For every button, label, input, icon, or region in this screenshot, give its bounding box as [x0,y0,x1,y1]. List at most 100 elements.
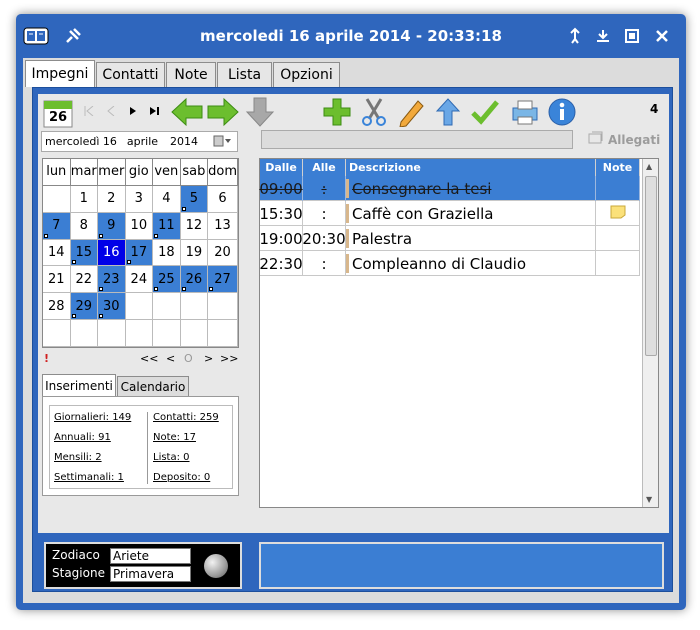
table-row[interactable]: 15:30: Caffè con Graziella [259,201,640,226]
month-back-button[interactable]: < [166,352,175,365]
cut-icon[interactable] [358,96,390,128]
tab-note[interactable]: Note [166,62,216,87]
stat-note[interactable]: Note: 17 [153,432,196,443]
date-field[interactable]: mercoledì 16 aprile 2014 [41,131,238,152]
year-forward-button[interactable]: >> [220,352,238,365]
date-picker-icon[interactable] [213,135,233,150]
info-icon[interactable] [546,96,578,128]
calendar-day[interactable]: 28 [43,293,71,321]
calendar-day[interactable]: 25 [153,266,181,294]
note-icon[interactable] [610,205,626,223]
calendar-icon[interactable]: 26 [43,98,73,128]
stat-deposito[interactable]: Deposito: 0 [153,472,210,483]
next-icon[interactable] [126,104,140,118]
calendar-day[interactable]: 8 [70,212,99,240]
down-arrow-icon[interactable] [244,96,276,128]
search-field[interactable] [261,130,573,149]
up-icon[interactable] [432,96,464,128]
event-marker-icon [209,287,214,292]
season-value: Primavera [110,566,191,582]
stat-contatti[interactable]: Contatti: 259 [153,412,219,423]
minimize-icon[interactable] [590,24,616,48]
table-header: Dalle Alle Descrizione Note [260,159,640,176]
calendar-day[interactable]: 12 [180,212,209,240]
calendar-day[interactable]: 3 [125,185,154,213]
last-icon[interactable] [148,104,162,118]
today-button[interactable]: O [184,352,193,365]
first-icon[interactable] [82,104,96,118]
scroll-thumb[interactable] [645,176,657,356]
maximize-icon[interactable] [619,24,645,48]
stats-box: Giornalieri: 149 Annuali: 91 Mensili: 2 … [42,396,239,496]
cell-to: 20:30 [302,226,346,251]
calendar-day[interactable]: 10 [125,212,154,240]
calendar-day[interactable]: 26 [180,266,209,294]
subtab-inserimenti[interactable]: Inserimenti [42,374,116,396]
col-descrizione[interactable]: Descrizione [346,159,596,176]
subtab-calendario[interactable]: Calendario [117,376,189,396]
year-back-button[interactable]: << [140,352,158,365]
calendar-day[interactable]: 13 [208,212,238,240]
forward-arrow-icon[interactable] [205,96,241,128]
check-icon[interactable] [469,96,501,128]
table-row[interactable]: 22:30: Compleanno di Claudio [259,251,640,276]
calendar-day-number: 13 [214,218,231,234]
alert-icon[interactable]: ! [44,352,49,365]
calendar-day[interactable]: 24 [125,266,154,294]
table-row[interactable]: 09:00: Consegnare la tesi [259,176,640,201]
calendar-day-number: 10 [130,218,148,234]
scroll-up-icon[interactable]: ▲ [646,162,652,171]
scroll-down-icon[interactable]: ▼ [646,495,652,504]
calendar-day[interactable]: 7 [43,212,71,240]
calendar-day[interactable]: 16 [98,239,126,267]
close-icon[interactable] [649,24,675,48]
calendar-day[interactable]: 19 [180,239,209,267]
print-icon[interactable] [509,96,541,128]
calendar-day[interactable]: 14 [43,239,71,267]
col-alle[interactable]: Alle [303,159,346,176]
calendar-day[interactable]: 9 [98,212,126,240]
calendar-day[interactable]: 4 [153,185,181,213]
calendar-day[interactable]: 30 [98,293,126,321]
calendar-day[interactable]: 15 [70,239,99,267]
calendar-day[interactable]: 23 [98,266,126,294]
tray-icon[interactable] [562,24,588,48]
add-icon[interactable] [321,96,353,128]
calendar-day[interactable]: 17 [125,239,154,267]
prev-icon[interactable] [104,104,118,118]
col-dalle[interactable]: Dalle [260,159,303,176]
tab-lista[interactable]: Lista [217,62,272,87]
calendar-day[interactable]: 21 [43,266,71,294]
calendar-day[interactable]: 2 [98,185,126,213]
vertical-scrollbar[interactable]: ▲ ▼ [642,159,658,507]
stat-lista[interactable]: Lista: 0 [153,452,190,463]
calendar-day[interactable]: 11 [153,212,181,240]
back-arrow-icon[interactable] [169,96,205,128]
calendar-day[interactable]: 22 [70,266,99,294]
calendar-day[interactable]: 1 [70,185,99,213]
calendar-day[interactable]: 5 [180,185,209,213]
stat-mensili[interactable]: Mensili: 2 [54,452,102,463]
calendar-day[interactable]: 27 [208,266,238,294]
event-marker-icon [126,260,131,265]
month-calendar[interactable]: lun mar mer gio ven sab dom 1 2 3 4 5 6 7 8 9 10 11 12 13 14… [42,158,239,348]
tab-opzioni[interactable]: Opzioni [273,62,340,87]
stat-giornalieri[interactable]: Giornalieri: 149 [54,412,131,423]
tab-contatti[interactable]: Contatti [96,62,165,87]
tab-impegni[interactable]: Impegni [25,60,95,87]
stat-annuali[interactable]: Annuali: 91 [54,432,111,443]
event-marker-icon [181,287,186,292]
calendar-weekday-header: gio [125,159,154,186]
calendar-day[interactable]: 6 [208,185,238,213]
calendar-day [43,185,71,213]
calendar-day[interactable]: 18 [153,239,181,267]
edit-icon[interactable] [395,96,427,128]
calendar-day[interactable]: 20 [208,239,238,267]
col-note[interactable]: Note [596,159,640,176]
table-row[interactable]: 19:00 20:30 Palestra [259,226,640,251]
title-bar[interactable]: mercoledi 16 aprile 2014 - 20:33:18 [16,14,686,58]
attachments-button[interactable]: Allegati [588,131,660,148]
stat-settimanali[interactable]: Settimanali: 1 [54,472,124,483]
calendar-day[interactable]: 29 [70,293,99,321]
month-forward-button[interactable]: > [204,352,213,365]
